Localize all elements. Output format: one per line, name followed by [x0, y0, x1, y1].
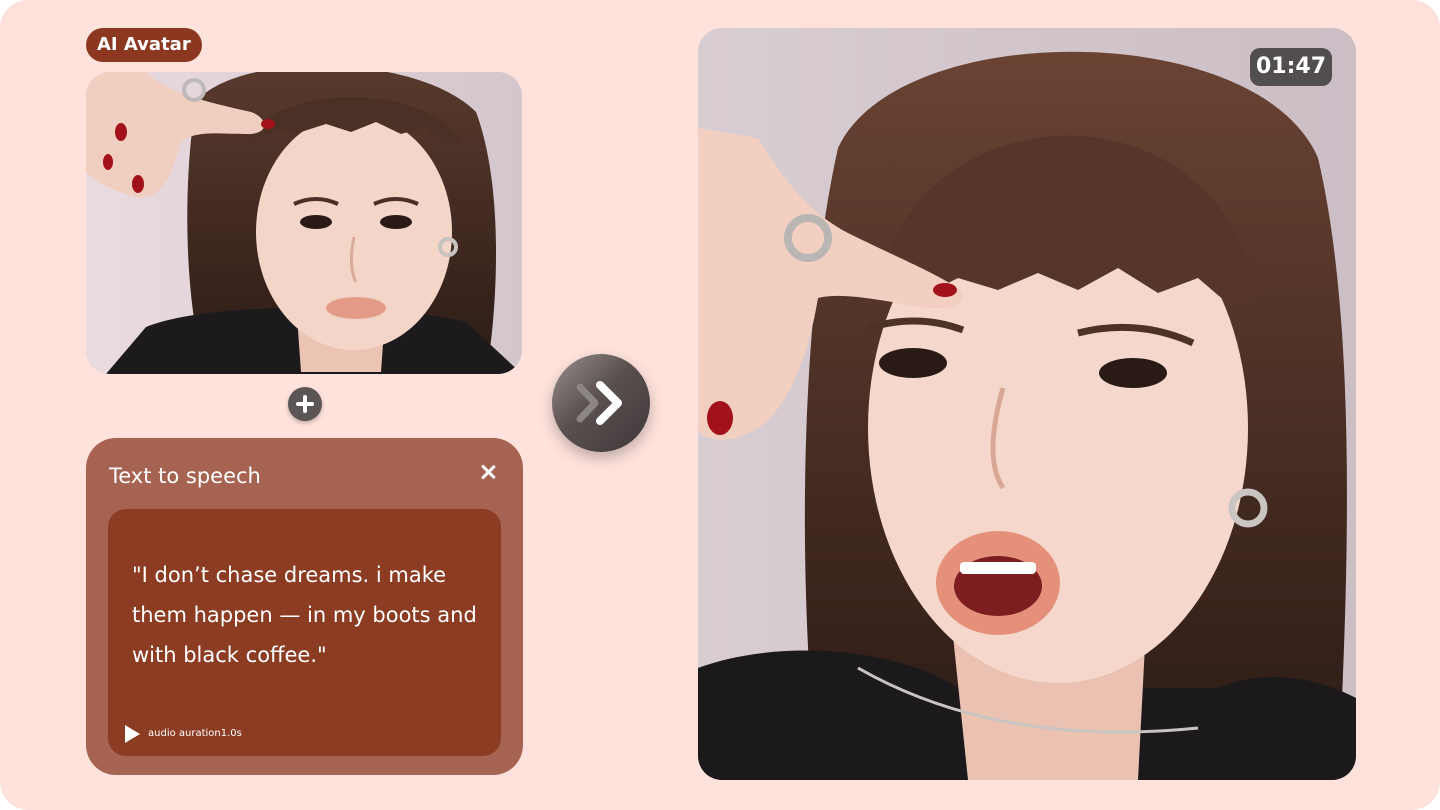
result-photo-illustration — [698, 28, 1356, 780]
ai-avatar-badge: AI Avatar — [86, 28, 202, 62]
tts-quote-text: "I don’t chase dreams. i make them happe… — [132, 563, 477, 667]
canvas: AI Avatar Text to speech "I don’t chase … — [0, 0, 1440, 810]
text-to-speech-panel: Text to speech "I don’t chase dreams. i … — [86, 438, 523, 775]
source-avatar-photo — [86, 72, 522, 374]
plus-icon — [288, 387, 322, 421]
audio-row: audio auration1.0s — [125, 725, 242, 743]
audio-duration-label: audio auration1.0s — [148, 728, 242, 739]
result-avatar-photo — [698, 28, 1356, 780]
double-chevron-right-icon — [576, 381, 622, 425]
play-icon[interactable] — [125, 725, 140, 743]
video-timer: 01:47 — [1250, 48, 1332, 86]
source-photo-illustration — [86, 72, 522, 374]
tts-text-card[interactable]: "I don’t chase dreams. i make them happe… — [108, 509, 501, 756]
generate-button[interactable] — [552, 354, 650, 452]
close-icon[interactable] — [476, 460, 500, 484]
tts-title: Text to speech — [109, 464, 261, 488]
